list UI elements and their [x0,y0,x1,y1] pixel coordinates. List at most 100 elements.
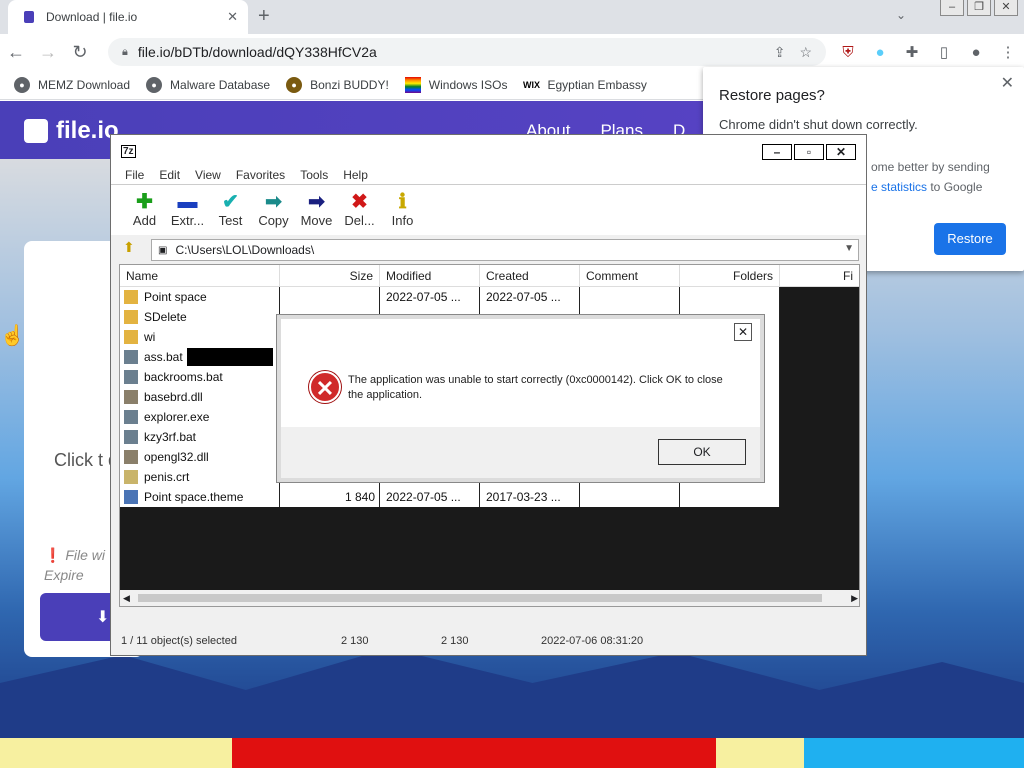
scroll-thumb[interactable] [138,594,822,602]
col-modified[interactable]: Modified [380,265,480,287]
menu-favorites[interactable]: Favorites [236,168,285,182]
shield-extension-icon[interactable]: ⛨ [832,44,864,61]
close-tab-icon[interactable]: ✕ [227,9,238,25]
statistics-link[interactable]: e statistics [871,180,927,194]
col-comment[interactable]: Comment [580,265,680,287]
table-row[interactable]: Point space 2022-07-05 ... 2022-07-05 ... [120,287,859,307]
restore-icon[interactable]: ❐ [967,0,991,16]
lock-icon[interactable]: 🔒︎ [122,46,128,59]
bookmark-label: Windows ISOs [428,77,508,92]
back-icon[interactable]: ← [0,42,32,63]
bookmark-item[interactable]: ● Bonzi BUDDY! [286,76,389,93]
col-files[interactable]: Fi [780,265,859,287]
cell-files [780,347,859,367]
col-name[interactable]: Name [120,265,280,287]
minimize-icon[interactable]: – [940,0,964,16]
cell-name[interactable]: kzy3rf.bat [120,427,280,447]
profile-avatar-icon[interactable]: ● [960,44,992,61]
bookmark-item[interactable]: Windows ISOs [404,76,508,93]
dll-file-icon [124,450,138,464]
puzzle-icon[interactable]: ✚ [896,43,928,61]
tab-search-chevron-icon[interactable]: ⌄ [896,8,906,22]
bookmark-item[interactable]: WIX Egyptian Embassy [523,77,647,93]
cell-files [780,307,859,327]
fileio-logo[interactable]: file.io [24,117,119,145]
col-created[interactable]: Created [480,265,580,287]
globe-icon: ● [146,76,163,93]
extract-button[interactable]: ▬ Extr... [166,185,209,235]
rename-box[interactable] [186,348,273,366]
bookmark-item[interactable]: ● MEMZ Download [14,76,130,93]
flag-extension-icon[interactable]: ● [864,44,896,61]
menu-help[interactable]: Help [343,168,368,182]
reload-icon[interactable]: ↻ [64,42,96,63]
move-button[interactable]: ➡ Move [295,185,338,235]
menu-kebab-icon[interactable]: ⋮ [992,43,1024,61]
file-name: opengl32.dll [144,450,209,464]
cell-folders [680,487,780,507]
test-button[interactable]: ✔ Test [209,185,252,235]
scroll-left-icon[interactable]: ◀ [123,593,130,604]
cell-name[interactable]: Point space [120,287,280,307]
col-size[interactable]: Size [280,265,380,287]
menu-tools[interactable]: Tools [300,168,328,182]
menu-edit[interactable]: Edit [159,168,180,182]
error-dialog-titlebar: ✕ [281,319,760,343]
path-input[interactable]: ▣ C:\Users\LOL\Downloads\ ▼ [151,239,859,261]
error-message: The application was unable to start corr… [348,374,723,401]
bottom-strip [0,738,1024,768]
menu-view[interactable]: View [195,168,221,182]
error-x-icon: ✕ [309,371,341,403]
close-window-icon[interactable]: ✕ [994,0,1018,16]
ok-button[interactable]: OK [658,439,746,465]
forward-icon[interactable]: → [32,42,64,63]
popup-body: Chrome didn't shut down correctly. [719,117,918,132]
new-tab-icon[interactable]: + [258,4,270,28]
cell-files [780,427,859,447]
sevenzip-menubar: File Edit View Favorites Tools Help [111,165,866,185]
close-icon[interactable]: ✕ [826,144,856,160]
cell-name[interactable]: basebrd.dll [120,387,280,407]
add-button[interactable]: ✚ Add [123,185,166,235]
scroll-right-icon[interactable]: ▶ [851,593,858,604]
minimize-icon[interactable]: – [762,144,792,160]
popup-close-icon[interactable]: ✕ [1001,73,1014,93]
logo-icon [24,119,48,143]
cell-name[interactable]: wi [120,327,280,347]
chevron-down-icon[interactable]: ▼ [844,243,854,254]
cell-name[interactable]: ass.bat [120,347,280,367]
cell-files [780,327,859,347]
copy-button[interactable]: ➡ Copy [252,185,295,235]
up-folder-icon[interactable]: ⬆ [123,239,135,256]
restore-button[interactable]: Restore [934,223,1006,255]
cell-name[interactable]: backrooms.bat [120,367,280,387]
status-selected: 1 / 11 object(s) selected [121,635,237,647]
col-folders[interactable]: Folders [680,265,780,287]
maximize-icon[interactable]: ▫ [794,144,824,160]
hand-cursor-icon: ☝ [0,325,25,347]
horizontal-scrollbar[interactable]: ◀ ▶ [120,590,859,606]
bookmark-item[interactable]: ● Malware Database [146,76,270,93]
share-icon[interactable]: ⇪ [774,44,786,61]
cell-name[interactable]: Point space.theme [120,487,280,507]
cell-name[interactable]: SDelete [120,307,280,327]
active-tab[interactable]: Download | file.io ✕ [8,0,248,34]
cell-name[interactable]: penis.crt [120,467,280,487]
file-name: wi [144,330,156,344]
address-bar[interactable]: 🔒︎ file.io/bDTb/download/dQY338HfCV2a ⇪ … [108,38,826,66]
url-text[interactable]: file.io/bDTb/download/dQY338HfCV2a [138,44,760,60]
error-close-icon[interactable]: ✕ [734,323,752,341]
bookmark-star-icon[interactable]: ☆ [799,44,812,61]
warning-icon: ❗ [44,547,66,563]
side-panel-icon[interactable]: ▯ [928,43,960,61]
expire-label: Expire [44,567,84,583]
sevenzip-address-bar: ⬆ ▣ C:\Users\LOL\Downloads\ ▼ [111,235,866,263]
delete-button[interactable]: ✖ Del... [338,185,381,235]
menu-file[interactable]: File [125,168,144,182]
table-row[interactable]: Point space.theme 1 840 2022-07-05 ... 2017… [120,487,859,507]
cell-name[interactable]: explorer.exe [120,407,280,427]
info-button[interactable]: ℹ Info [381,185,424,235]
copy-icon: ➡ [265,191,282,213]
file-name: penis.crt [144,470,190,484]
cell-name[interactable]: opengl32.dll [120,447,280,467]
